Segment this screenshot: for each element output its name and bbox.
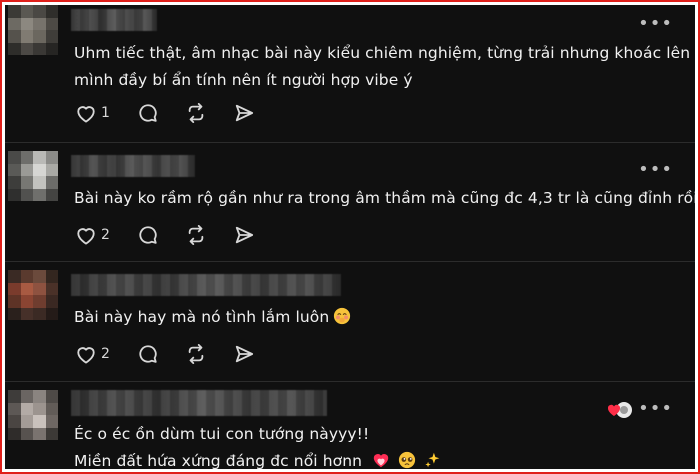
- more-options-button[interactable]: •••: [638, 400, 673, 418]
- reaction-badge[interactable]: [607, 400, 633, 420]
- screenshot-frame: ••• Uhm tiếc thật, âm nhạc bài này kiểu …: [0, 0, 700, 474]
- heart-on-fire-emoji: [372, 451, 390, 469]
- comment-3: Bài này hay mà nó tình lắm luôn 2: [5, 262, 695, 381]
- send-icon: [235, 345, 254, 363]
- comment-bubble-icon: [139, 104, 157, 122]
- comment-text-line: Uhm tiếc thật, âm nhạc bài này kiểu chiê…: [74, 44, 691, 62]
- repost-button[interactable]: [186, 103, 206, 123]
- repost-icon: [188, 103, 204, 123]
- heart-reaction-icon: [607, 402, 632, 418]
- username-blurred[interactable]: [71, 274, 341, 296]
- avatar[interactable]: [8, 270, 58, 320]
- share-button[interactable]: [234, 103, 254, 123]
- send-icon: [235, 226, 254, 244]
- username-blurred[interactable]: [71, 9, 157, 31]
- repost-button[interactable]: [186, 344, 206, 364]
- share-button[interactable]: [234, 344, 254, 364]
- comment-text-line: Bài này hay mà nó tình lắm luôn: [74, 304, 674, 334]
- comment-text-line: Miền đất hứa xứng đáng đc nổi hơnn: [74, 448, 674, 469]
- share-button[interactable]: [234, 225, 254, 245]
- like-button[interactable]: 2: [75, 225, 110, 245]
- username-blurred[interactable]: [71, 390, 327, 416]
- blushing-face-emoji: [333, 307, 351, 334]
- reply-button[interactable]: [138, 344, 158, 364]
- comment-text: Uhm tiếc thật, âm nhạc bài này kiểu chiê…: [74, 40, 691, 94]
- action-bar: 2: [75, 224, 282, 246]
- comment-bubble-icon: [139, 226, 157, 244]
- action-bar: 2: [75, 343, 282, 365]
- reply-button[interactable]: [138, 225, 158, 245]
- avatar[interactable]: [8, 151, 58, 201]
- heart-icon: [77, 347, 95, 364]
- comments-panel: ••• Uhm tiếc thật, âm nhạc bài này kiểu …: [5, 5, 695, 469]
- comment-2: ••• Bài này ko rầm rộ gần như ra trong â…: [5, 143, 695, 261]
- heart-icon: [77, 106, 95, 123]
- avatar[interactable]: [8, 5, 58, 55]
- like-button[interactable]: 1: [75, 103, 110, 123]
- action-bar: 1: [75, 102, 282, 124]
- comment-text-line: mình đầy bí ẩn tính nên ít người hợp vib…: [74, 71, 413, 89]
- comment-text: Bài này hay mà nó tình lắm luôn: [74, 304, 674, 334]
- repost-icon: [188, 225, 204, 245]
- comment-text-line: Bài này ko rầm rộ gần như ra trong âm th…: [74, 189, 695, 207]
- sparkles-emoji: [424, 451, 442, 469]
- more-options-button[interactable]: •••: [638, 161, 673, 179]
- pleading-face-emoji: [398, 451, 416, 469]
- like-count: 2: [101, 227, 110, 243]
- comment-text: Éc o éc ồn dùm tui con tướng nàyyy!! Miề…: [74, 421, 674, 469]
- more-options-button[interactable]: •••: [638, 15, 673, 33]
- like-button[interactable]: 2: [75, 344, 110, 364]
- repost-button[interactable]: [186, 225, 206, 245]
- comment-4: ••• Éc o éc ồn dùm tui con tướng nàyyy!!…: [5, 382, 695, 469]
- comment-bubble-icon: [139, 345, 157, 363]
- like-count: 2: [101, 346, 110, 362]
- comment-text-content: Bài này hay mà nó tình lắm luôn: [74, 308, 330, 326]
- reply-button[interactable]: [138, 103, 158, 123]
- comment-text-content: Miền đất hứa xứng đáng đc nổi hơnn: [74, 452, 363, 469]
- repost-icon: [188, 344, 204, 364]
- heart-icon: [77, 228, 95, 245]
- like-count: 1: [101, 105, 110, 121]
- username-blurred[interactable]: [71, 155, 195, 177]
- comment-text-line: Éc o éc ồn dùm tui con tướng nàyyy!!: [74, 425, 370, 443]
- send-icon: [235, 104, 254, 122]
- comment-1: ••• Uhm tiếc thật, âm nhạc bài này kiểu …: [5, 5, 695, 142]
- comment-text: Bài này ko rầm rộ gần như ra trong âm th…: [74, 185, 695, 212]
- avatar[interactable]: [8, 390, 58, 440]
